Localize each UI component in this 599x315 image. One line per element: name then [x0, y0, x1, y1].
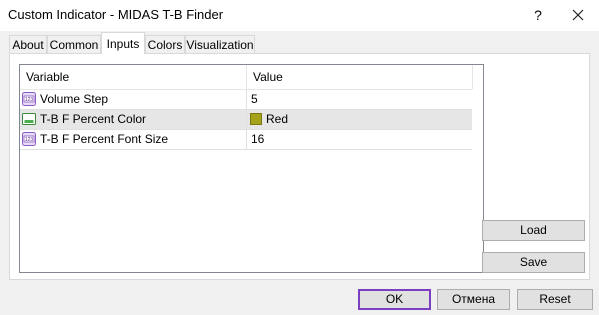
ok-button[interactable]: OK: [358, 289, 431, 310]
tab-visualization[interactable]: Visualization: [185, 35, 255, 53]
title-bar: Custom Indicator - MIDAS T-B Finder ?: [0, 0, 599, 31]
grid-header: Variable Value: [20, 65, 473, 90]
table-row[interactable]: 123 T-B F Percent Font Size 16: [20, 130, 472, 150]
column-header-value[interactable]: Value: [247, 65, 472, 89]
color-swatch[interactable]: [250, 113, 262, 125]
tab-common[interactable]: Common: [47, 35, 101, 53]
color-input-icon: [22, 113, 36, 125]
inputs-grid: Variable Value 123 Volume Step 5 T-B F P…: [19, 64, 484, 273]
tab-colors[interactable]: Colors: [145, 35, 185, 53]
help-button[interactable]: ?: [526, 4, 550, 26]
window-title: Custom Indicator - MIDAS T-B Finder: [8, 7, 224, 22]
numeric-input-icon: 123: [22, 92, 36, 106]
svg-text:123: 123: [25, 137, 34, 143]
close-button[interactable]: [566, 4, 590, 26]
close-icon: [572, 9, 584, 21]
variable-value[interactable]: 5: [251, 90, 258, 109]
numeric-input-icon: 123: [22, 132, 36, 146]
table-row[interactable]: T-B F Percent Color Red: [20, 110, 472, 130]
variable-value[interactable]: 16: [251, 130, 264, 149]
reset-button[interactable]: Reset: [517, 289, 593, 310]
variable-name: Volume Step: [40, 92, 109, 106]
column-divider[interactable]: [472, 65, 473, 89]
svg-text:123: 123: [25, 97, 34, 103]
tab-about[interactable]: About: [9, 35, 47, 53]
inputs-panel: Variable Value 123 Volume Step 5 T-B F P…: [9, 53, 590, 280]
variable-name: T-B F Percent Color: [40, 112, 147, 126]
save-button[interactable]: Save: [482, 252, 585, 273]
variable-value[interactable]: Red: [266, 110, 288, 129]
load-button[interactable]: Load: [482, 220, 585, 241]
table-row[interactable]: 123 Volume Step 5: [20, 90, 472, 110]
column-header-variable[interactable]: Variable: [20, 65, 246, 89]
tab-inputs[interactable]: Inputs: [101, 32, 145, 54]
cancel-button[interactable]: Отмена: [437, 289, 510, 310]
variable-name: T-B F Percent Font Size: [40, 132, 169, 146]
